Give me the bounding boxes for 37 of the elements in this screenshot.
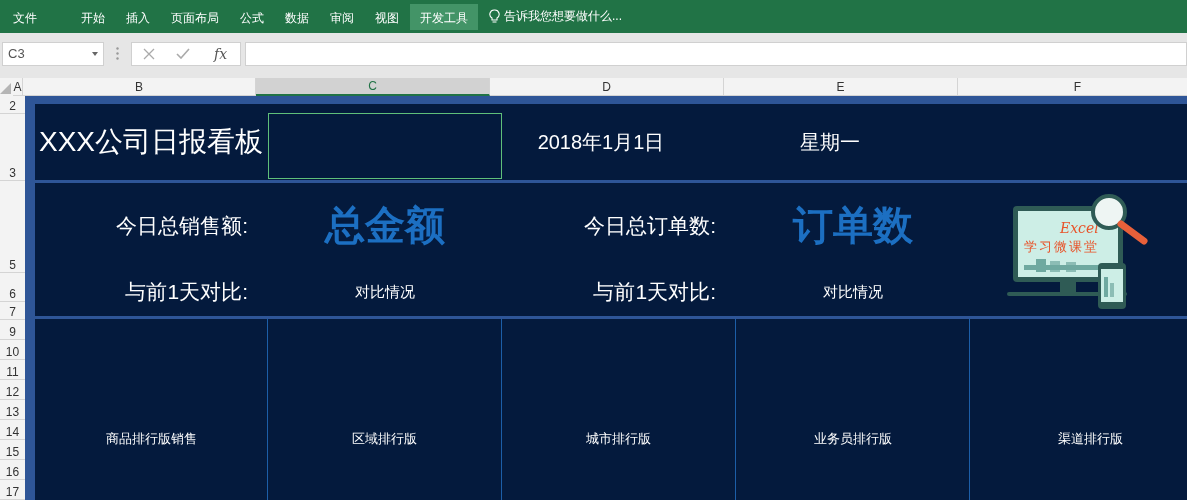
column-header[interactable]: C (256, 78, 490, 96)
drag-handle-icon (116, 47, 119, 60)
compare-value: 对比情况 (354, 282, 416, 302)
dashboard-title: XXX公司日报看板 (39, 125, 264, 159)
insert-function-button[interactable]: fx (212, 45, 230, 62)
checkmark-icon[interactable] (176, 48, 191, 59)
compare-label: 与前1天对比: (124, 279, 249, 305)
ranking-title: 城市排行版 (586, 430, 651, 448)
metric-label: 今日总订单数: (583, 212, 717, 239)
ribbon-tab[interactable]: 文件 (3, 3, 47, 30)
dropdown-caret-icon (92, 51, 98, 56)
metric-value: 订单数 (791, 202, 914, 249)
ranking-title: 业务员排行版 (813, 430, 892, 448)
ribbon-tab[interactable]: 插入 (116, 3, 160, 30)
ribbon-tab[interactable]: 视图 (365, 3, 409, 30)
ranking-title: 商品排行版销售 (105, 430, 197, 448)
ribbon-tab[interactable]: 开发工具 (410, 3, 478, 30)
compare-value: 对比情况 (822, 282, 884, 302)
corner-triangle-icon (0, 83, 11, 94)
tell-me-search[interactable]: 告诉我您想要做什么... (504, 8, 622, 25)
ribbon-tab[interactable]: 审阅 (320, 3, 364, 30)
compare-label: 与前1天对比: (592, 279, 717, 305)
weekday-text: 星期一 (799, 129, 861, 155)
ribbon-tab[interactable]: 公式 (230, 3, 274, 30)
formula-input[interactable] (245, 41, 1187, 66)
ranking-title: 渠道排行版 (1057, 430, 1123, 448)
metric-label: 今日总销售额: (115, 212, 249, 239)
ribbon-tab[interactable]: 开始 (71, 3, 115, 30)
metric-value: 总金额 (323, 202, 446, 249)
lightbulb-icon (489, 9, 500, 24)
ribbon-tab[interactable]: 页面布局 (161, 3, 229, 30)
date-text: 2018年1月1日 (536, 129, 666, 155)
ranking-title: 区域排行版 (352, 430, 417, 448)
cancel-icon[interactable] (142, 47, 155, 60)
name-box[interactable]: C3 (2, 41, 104, 66)
ribbon-tab[interactable]: 数据 (275, 3, 319, 30)
excel-course-logo: Excel 学习微课堂 (1004, 188, 1156, 311)
